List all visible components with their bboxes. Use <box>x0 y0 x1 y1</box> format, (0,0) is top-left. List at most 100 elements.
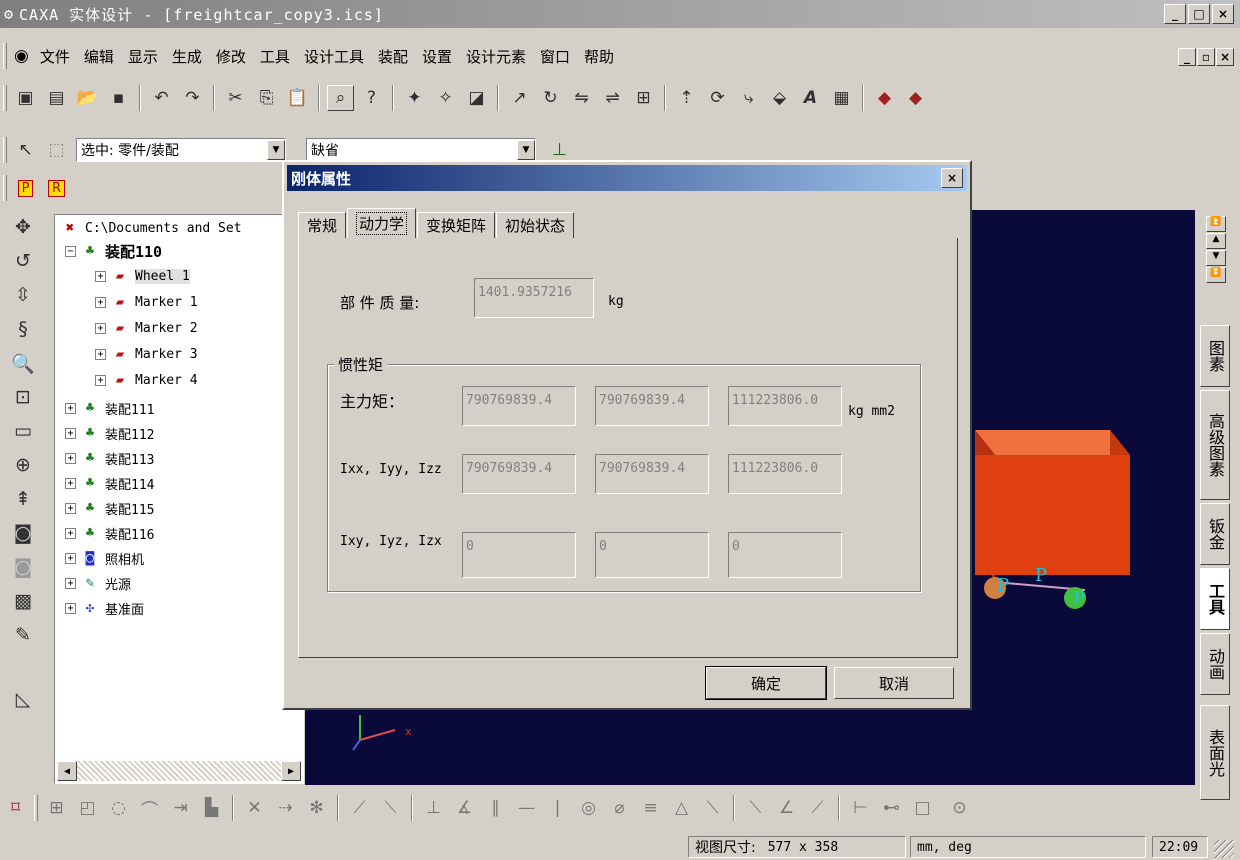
horizontal-icon[interactable]: — <box>513 795 540 821</box>
rect-icon[interactable]: ◰ <box>74 795 101 821</box>
expand-icon[interactable]: + <box>65 502 76 514</box>
expand-icon[interactable]: + <box>95 348 106 360</box>
menu-design-elements[interactable]: 设计元素 <box>459 46 533 67</box>
angle-icon[interactable]: ∡ <box>451 795 478 821</box>
expand-icon[interactable]: + <box>65 527 76 539</box>
trim-icon[interactable]: ✕ <box>241 795 268 821</box>
texture-icon[interactable]: ◆ <box>902 85 929 111</box>
menu-view[interactable]: 显示 <box>121 46 165 67</box>
ixx-field-3[interactable]: 111223806.0 <box>728 454 842 494</box>
sketch-plane-icon[interactable]: ⌑ <box>2 795 29 821</box>
tab-dynamics[interactable]: 动力学 <box>347 208 417 238</box>
camera-pan-icon[interactable]: ▩ <box>6 584 40 618</box>
coincident-icon[interactable]: ⊷ <box>878 795 905 821</box>
tree-node[interactable]: + ▰ Wheel 1 <box>95 265 190 287</box>
tab-general[interactable]: 常规 <box>298 212 347 238</box>
tree-node[interactable]: + ♣ 装配114 <box>65 472 154 494</box>
sweep-icon[interactable]: ⤷ <box>735 85 762 111</box>
ixy-field-2[interactable]: 0 <box>595 532 709 578</box>
angle-dim-icon[interactable]: ∠ <box>773 795 800 821</box>
ixx-field-1[interactable]: 790769839.4 <box>462 454 576 494</box>
scroll-down-icon[interactable]: ▼ <box>1206 250 1226 266</box>
circle-icon[interactable]: ◌ <box>105 795 132 821</box>
tree-node[interactable]: + ♣ 装配112 <box>65 422 154 444</box>
box-icon[interactable]: □ <box>909 795 936 821</box>
tab-advanced-shapes[interactable]: 高级图素 <box>1200 390 1230 500</box>
text-icon[interactable]: A <box>797 85 824 111</box>
tree-node[interactable]: + ▰ Marker 4 <box>95 369 198 391</box>
tree-node[interactable]: − ♣ 装配110 <box>65 240 162 262</box>
tab-transform-matrix[interactable]: 变换矩阵 <box>417 212 496 238</box>
select-mode-combo[interactable]: 选中: 零件/装配 ▼ <box>76 138 286 162</box>
concentric-icon[interactable]: ◎ <box>575 795 602 821</box>
target-icon[interactable]: ⊙ <box>946 795 973 821</box>
tab-animation[interactable]: 动画 <box>1200 633 1230 695</box>
undo-icon[interactable]: ↶ <box>148 85 175 111</box>
camera-orbit-icon[interactable]: ◙ <box>6 550 40 584</box>
new-drawing-icon[interactable]: ▤ <box>43 85 70 111</box>
ixy-field-1[interactable]: 0 <box>462 532 576 578</box>
tree-root[interactable]: ✖ C:\Documents and Set <box>59 217 242 239</box>
select-box-icon[interactable]: ⬚ <box>43 137 70 163</box>
menu-file[interactable]: 文件 <box>33 46 77 67</box>
triangle-icon[interactable]: △ <box>668 795 695 821</box>
parallel-icon[interactable]: ∥ <box>482 795 509 821</box>
offset-icon[interactable]: ⇥ <box>167 795 194 821</box>
ixy-field-3[interactable]: 0 <box>728 532 842 578</box>
minimize-button[interactable]: _ <box>1164 4 1186 24</box>
tab-sheet-metal[interactable]: 钣金 <box>1200 503 1230 565</box>
tree-node[interactable]: + ✎ 光源 <box>65 572 131 594</box>
expand-icon[interactable]: + <box>65 427 76 439</box>
close-button[interactable]: × <box>1212 4 1234 24</box>
zoom-fit-icon[interactable]: ⌕ <box>327 85 354 111</box>
menu-window[interactable]: 窗口 <box>533 46 577 67</box>
orbit-icon[interactable]: ↺ <box>6 244 40 278</box>
pan-icon[interactable]: ✥ <box>6 210 40 244</box>
mirror-icon[interactable]: ⇋ <box>568 85 595 111</box>
revolve-icon[interactable]: ⟳ <box>704 85 731 111</box>
camera-icon[interactable]: ◙ <box>6 516 40 550</box>
principal-field-1[interactable]: 790769839.4 <box>462 386 576 426</box>
scroll-right-icon[interactable]: ▶ <box>281 761 301 781</box>
tree-node[interactable]: + ♣ 装配113 <box>65 447 154 469</box>
measure-icon[interactable]: ⊞ <box>630 85 657 111</box>
tree-node[interactable]: + ▰ Marker 2 <box>95 317 198 339</box>
grid-icon[interactable]: ⊞ <box>43 795 70 821</box>
redo-icon[interactable]: ↷ <box>179 85 206 111</box>
tangent-constraint-icon[interactable]: ⌀ <box>606 795 633 821</box>
child-restore-button[interactable]: ▫ <box>1197 48 1215 66</box>
align-icon[interactable]: ⇌ <box>599 85 626 111</box>
expand-icon[interactable]: + <box>65 477 76 489</box>
tree-node[interactable]: + ◙ 照相机 <box>65 547 144 569</box>
tree-node[interactable]: + ♣ 装配111 <box>65 397 154 419</box>
tab-tools[interactable]: 工具 <box>1200 568 1230 630</box>
image-icon[interactable]: ▦ <box>828 85 855 111</box>
loft-icon[interactable]: ⬙ <box>766 85 793 111</box>
expand-icon[interactable]: + <box>95 270 106 282</box>
stamp-icon[interactable]: ▙ <box>198 795 225 821</box>
ixx-field-2[interactable]: 790769839.4 <box>595 454 709 494</box>
mass-field[interactable]: 1401.9357216 <box>474 278 594 318</box>
expand-icon[interactable]: + <box>95 322 106 334</box>
expand-icon[interactable]: + <box>65 577 76 589</box>
help-pointer-icon[interactable]: ? <box>358 85 385 111</box>
menu-edit[interactable]: 编辑 <box>77 46 121 67</box>
child-minimize-button[interactable]: _ <box>1178 48 1196 66</box>
design-tree[interactable]: ✖ C:\Documents and Set − ♣ 装配110 + ▰ Wheel… <box>54 214 304 784</box>
tab-initial-state[interactable]: 初始状态 <box>496 212 575 238</box>
expand-icon[interactable]: + <box>65 602 76 614</box>
expand-icon[interactable]: + <box>65 452 76 464</box>
zoom-window-icon[interactable]: ⊡ <box>6 380 40 414</box>
chevron-down-icon[interactable]: ▼ <box>517 140 535 160</box>
maximize-button[interactable]: □ <box>1188 4 1210 24</box>
principal-field-3[interactable]: 111223806.0 <box>728 386 842 426</box>
design-icon[interactable]: ✧ <box>432 85 459 111</box>
r-button[interactable]: R <box>43 175 70 201</box>
extrude-icon[interactable]: ⇡ <box>673 85 700 111</box>
constraint-icon[interactable]: ⊢ <box>847 795 874 821</box>
fillet-icon[interactable]: ⟋ <box>346 795 373 821</box>
equal-icon[interactable]: ≡ <box>637 795 664 821</box>
menu-settings[interactable]: 设置 <box>415 46 459 67</box>
select-arrow-icon[interactable]: ↖ <box>12 137 39 163</box>
rotate-icon[interactable]: ↻ <box>537 85 564 111</box>
